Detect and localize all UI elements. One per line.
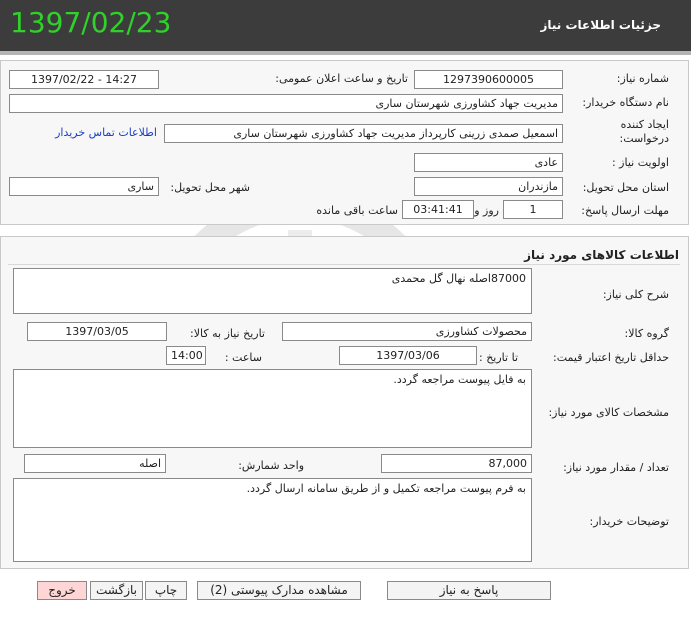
need-date-label: تاریخ نیاز به کالا: [190,327,265,340]
notes-label: توضیحات خریدار: [589,515,670,528]
creator-field: اسمعیل صمدی زرینی کارپرداز مدیریت جهاد ک… [164,124,563,143]
validity-label: حداقل تاریخ اعتبار قیمت: [553,351,669,364]
need-number-label: شماره نیاز: [616,72,669,85]
header-date: 1397/02/23 [10,6,172,39]
announce-label: تاریخ و ساعت اعلان عمومی: [275,72,408,85]
priority-label: اولویت نیاز : [611,156,669,169]
back-button[interactable]: بازگشت [90,581,143,600]
deadline-days-field: 1 [503,200,563,219]
reply-to-need-button[interactable]: پاسخ به نیاز [387,581,551,600]
province-label: استان محل تحویل: [582,181,669,194]
qty-label: تعداد / مقدار مورد نیاز: [563,461,669,474]
days-word: روز و [474,204,499,217]
need-date-field: 1397/03/05 [27,322,167,341]
goods-section-title: اطلاعات کالاهای مورد نیاز [524,248,679,262]
summary-field: 87000اصله نهال گل محمدی [13,268,532,314]
page-header: 1397/02/23 جزئیات اطلاعات نیاز [0,0,691,55]
view-attachments-button[interactable]: مشاهده مدارک پیوستی (2) [197,581,361,600]
summary-label: شرح کلی نیاز: [602,288,669,301]
specs-field: به فایل پیوست مراجعه گردد. [13,369,532,448]
group-field: محصولات کشاورزی [282,322,532,341]
deadline-label: مهلت ارسال پاسخ: [581,204,669,217]
city-label: شهر محل تحویل: [170,181,250,194]
creator-label: ایجاد کننده درخواست: [619,118,669,145]
page-title: جزئیات اطلاعات نیاز [540,18,661,32]
need-number-field: 1297390600005 [414,70,563,89]
buyer-field: مدیریت جهاد کشاورزی شهرستان ساری [9,94,563,113]
qty-field: 87,000 [381,454,532,473]
notes-field: به فرم پیوست مراجعه تکمیل و از طریق ساما… [13,478,532,562]
print-button[interactable]: چاپ [145,581,187,600]
city-field: ساری [9,177,159,196]
province-field: مازندران [414,177,563,196]
hour-label: ساعت : [224,351,262,364]
specs-label: مشخصات کالای مورد نیاز: [548,406,669,419]
remaining-word: ساعت باقی مانده [316,204,398,217]
contact-buyer-link[interactable]: اطلاعات تماس خریدار [55,126,157,139]
to-date-label: تا تاریخ : [479,351,518,364]
to-date-field: 1397/03/06 [339,346,477,365]
deadline-time-field: 03:41:41 [402,200,474,219]
hour-field: 14:00 [166,346,206,365]
buyer-label: نام دستگاه خریدار: [582,96,669,109]
section-divider [8,264,680,265]
priority-field: عادی [414,153,563,172]
exit-button[interactable]: خروج [37,581,87,600]
group-label: گروه کالا: [624,327,669,340]
announce-field: 1397/02/22 - 14:27 [9,70,159,89]
unit-field: اصله [24,454,166,473]
unit-label: واحد شمارش: [238,459,304,472]
